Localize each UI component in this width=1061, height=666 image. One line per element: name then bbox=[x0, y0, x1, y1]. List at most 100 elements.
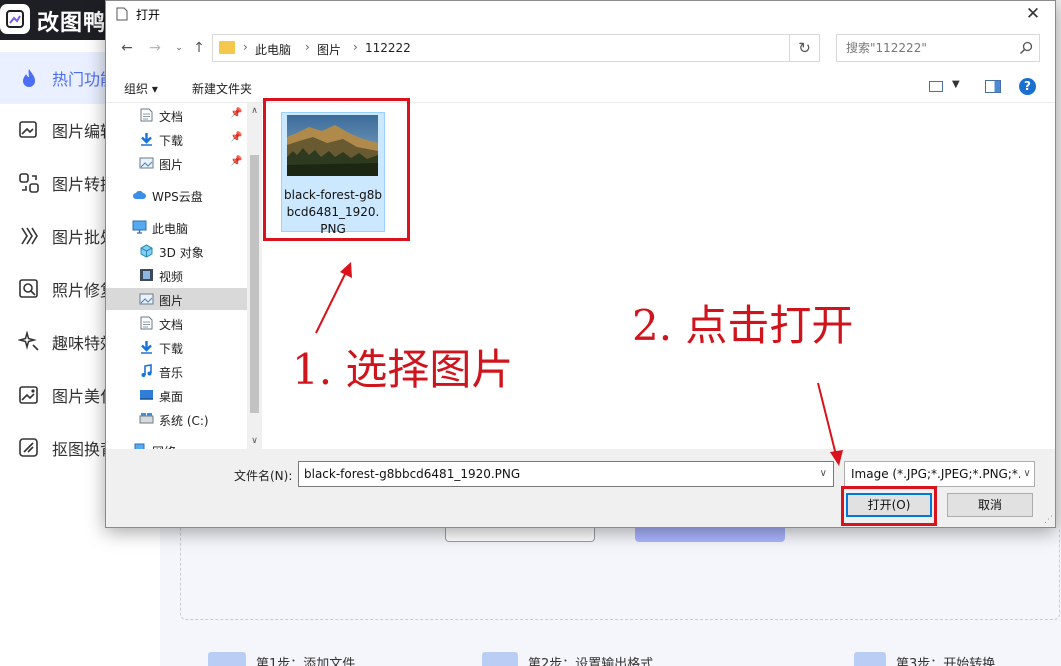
music-icon bbox=[141, 364, 152, 377]
cutout-icon bbox=[19, 438, 38, 457]
view-options-icon[interactable] bbox=[929, 81, 943, 92]
dialog-title: 打开 bbox=[136, 8, 161, 22]
convert-step-icon bbox=[854, 652, 886, 666]
open-file-dialog: 打开 ✕ ← → ⌄ ↑ › 此电脑 › 图片 › 112222 ∨ ↻ 组织 … bbox=[105, 0, 1056, 528]
step-2: 第2步：设置输出格式 bbox=[482, 652, 653, 666]
resize-grip-icon[interactable]: ⋰ bbox=[1044, 515, 1053, 525]
file-type-value: Image (*.JPG;*.JPEG;*.PNG;*.BMP bbox=[851, 467, 1035, 481]
close-button[interactable]: ✕ bbox=[1021, 3, 1045, 25]
organize-button[interactable]: 组织 ▾ bbox=[124, 80, 158, 97]
document-icon bbox=[140, 316, 153, 330]
chevron-down-icon[interactable]: ∨ bbox=[247, 433, 262, 449]
tree-item-label: 3D 对象 bbox=[159, 246, 204, 260]
breadcrumb-separator-icon: › bbox=[243, 40, 248, 54]
file-highlight-box bbox=[263, 98, 410, 241]
desktop-icon bbox=[140, 390, 153, 400]
tree-item-network[interactable]: 网络 bbox=[106, 439, 248, 449]
filename-input[interactable]: black-forest-g8bbcd6481_1920.PNG ∨ bbox=[298, 461, 834, 487]
tree-item-desktop[interactable]: 桌面 bbox=[106, 384, 248, 406]
tree-item-wps-cloud[interactable]: WPS云盘 bbox=[106, 184, 248, 206]
forward-button[interactable]: → bbox=[146, 39, 164, 57]
address-bar[interactable]: › 此电脑 › 图片 › 112222 ∨ bbox=[212, 34, 881, 62]
tree-item-label: 桌面 bbox=[159, 390, 184, 404]
tree-item-label: 系统 (C:) bbox=[159, 414, 209, 428]
new-folder-button[interactable]: 新建文件夹 bbox=[192, 80, 252, 97]
navigation-scrollbar[interactable]: ∧ ∨ bbox=[247, 103, 262, 449]
breadcrumb-separator-icon: › bbox=[353, 40, 358, 54]
image-edit-icon bbox=[19, 121, 37, 138]
tree-item-downloads[interactable]: 下载 bbox=[106, 336, 248, 358]
app-right-edge bbox=[1056, 0, 1061, 528]
tree-item-downloads-quick[interactable]: 下载 📌 bbox=[106, 128, 248, 150]
tree-item-documents[interactable]: 文档 bbox=[106, 312, 248, 334]
navigation-pane: 文档 📌 下载 📌 图片 📌 WPS云盘 此电脑 3D 对象 视频 图片 文档 … bbox=[106, 103, 262, 449]
tree-item-3d-objects[interactable]: 3D 对象 bbox=[106, 240, 248, 262]
breadcrumb-separator-icon: › bbox=[305, 40, 310, 54]
add-file-step-icon bbox=[208, 652, 246, 666]
chevron-up-icon[interactable]: ∧ bbox=[247, 103, 262, 119]
breadcrumb-pictures[interactable]: 图片 bbox=[317, 41, 341, 58]
format-step-icon bbox=[482, 652, 518, 666]
search-icon[interactable] bbox=[1019, 41, 1033, 55]
tree-item-label: 下载 bbox=[159, 342, 184, 356]
computer-icon bbox=[132, 220, 147, 234]
chevron-down-icon: ⌄ bbox=[175, 43, 183, 53]
cancel-button[interactable]: 取消 bbox=[947, 493, 1033, 517]
caret-down-icon[interactable]: ▼ bbox=[952, 79, 960, 90]
step-label: 第1步：添加文件 bbox=[256, 656, 356, 666]
step-label: 第2步：设置输出格式 bbox=[528, 656, 654, 666]
annotation-step1: 1. 选择图片 bbox=[292, 345, 514, 394]
tree-item-pictures[interactable]: 图片 bbox=[106, 288, 248, 310]
filename-label: 文件名(N): bbox=[234, 469, 293, 483]
breadcrumb-this-pc[interactable]: 此电脑 bbox=[255, 41, 291, 58]
arrow-right-icon: → bbox=[149, 40, 161, 56]
pictures-icon bbox=[139, 157, 154, 169]
search-box bbox=[836, 34, 1040, 62]
refresh-button[interactable]: ↻ bbox=[790, 34, 820, 62]
scrollbar-thumb[interactable] bbox=[250, 155, 259, 413]
annotation-step2: 2. 点击打开 bbox=[632, 301, 854, 350]
document-icon bbox=[116, 7, 128, 21]
beautify-icon bbox=[19, 386, 38, 404]
arrow-up-icon: ↑ bbox=[193, 40, 205, 56]
back-button[interactable]: ← bbox=[118, 39, 136, 57]
3d-objects-icon bbox=[140, 244, 153, 258]
folder-icon bbox=[219, 41, 235, 54]
tree-item-documents-quick[interactable]: 文档 📌 bbox=[106, 104, 248, 126]
arrow-left-icon: ← bbox=[121, 40, 133, 56]
add-file-button[interactable] bbox=[445, 528, 595, 542]
pictures-icon bbox=[139, 293, 154, 305]
chevron-down-icon[interactable]: ∨ bbox=[1020, 462, 1034, 486]
help-icon[interactable]: ? bbox=[1019, 78, 1036, 95]
document-icon bbox=[140, 108, 153, 122]
drive-icon bbox=[139, 413, 154, 424]
add-folder-button[interactable] bbox=[635, 528, 785, 542]
tree-item-pictures-quick[interactable]: 图片 📌 bbox=[106, 152, 248, 174]
tree-item-label: 文档 bbox=[159, 318, 184, 332]
refresh-icon: ↻ bbox=[798, 39, 811, 57]
pin-icon[interactable]: 📌 bbox=[230, 132, 242, 143]
search-input[interactable] bbox=[837, 35, 1015, 61]
tree-item-this-pc[interactable]: 此电脑 bbox=[106, 216, 248, 238]
navigation-bar: ← → ⌄ ↑ › 此电脑 › 图片 › 112222 ∨ ↻ bbox=[106, 31, 1055, 67]
step-3: 第3步：开始转换 bbox=[854, 652, 995, 666]
tree-item-label: 音乐 bbox=[159, 366, 184, 380]
app-title: 改图鸭 bbox=[37, 11, 107, 36]
batch-icon bbox=[21, 227, 38, 245]
preview-pane-icon[interactable] bbox=[985, 80, 1001, 93]
step-1: 第1步：添加文件 bbox=[208, 652, 355, 666]
file-type-select[interactable]: Image (*.JPG;*.JPEG;*.PNG;*.BMP ∨ bbox=[844, 461, 1035, 487]
recent-locations-button[interactable]: ⌄ bbox=[170, 39, 188, 57]
chevron-down-icon[interactable]: ∨ bbox=[820, 468, 827, 479]
tree-item-videos[interactable]: 视频 bbox=[106, 264, 248, 286]
tree-item-system-drive[interactable]: 系统 (C:) bbox=[106, 408, 248, 430]
dialog-titlebar[interactable]: 打开 ✕ bbox=[106, 1, 1055, 27]
pin-icon[interactable]: 📌 bbox=[230, 108, 242, 119]
dialog-toolbar: 组织 ▾ 新建文件夹 ▼ ? bbox=[106, 71, 1055, 103]
up-button[interactable]: ↑ bbox=[190, 39, 208, 57]
tree-item-music[interactable]: 音乐 bbox=[106, 360, 248, 382]
pin-icon[interactable]: 📌 bbox=[230, 156, 242, 167]
cloud-icon bbox=[133, 190, 146, 199]
breadcrumb-folder[interactable]: 112222 bbox=[365, 41, 411, 55]
photo-repair-icon bbox=[19, 279, 38, 298]
